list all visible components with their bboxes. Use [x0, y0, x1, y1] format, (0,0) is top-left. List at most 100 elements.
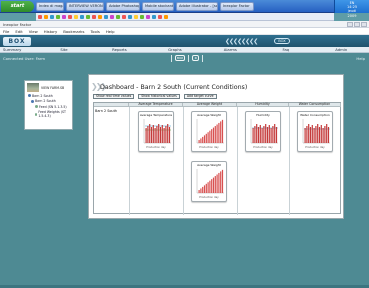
- app-icon[interactable]: [56, 14, 60, 19]
- box-logo[interactable]: BOX: [3, 36, 31, 46]
- weight-widget[interactable]: Average Weight Production day: [191, 111, 227, 152]
- close-button[interactable]: [361, 22, 367, 27]
- tree-node[interactable]: Feed (SN 5.1.3.5): [35, 105, 70, 109]
- barn-icon: [28, 94, 31, 97]
- menu-bar: File Edit View History Bookmarks Tools H…: [0, 28, 369, 35]
- box-toolbar-button[interactable]: BOX: [175, 55, 186, 61]
- chart-bar: [254, 126, 256, 143]
- login-bar: Connected User: Farm BOX ⚙ Help: [0, 53, 369, 63]
- nav-reports[interactable]: Reports: [92, 47, 147, 52]
- nav-graphs[interactable]: Graphs: [147, 47, 202, 52]
- tree-node[interactable]: Barn 2 South: [28, 94, 70, 98]
- header-logo-pill: BOX: [274, 38, 290, 44]
- help-link[interactable]: Help: [356, 56, 365, 61]
- grid-divider: [289, 107, 290, 215]
- app-icon[interactable]: [158, 14, 162, 19]
- app-icon[interactable]: [38, 14, 42, 19]
- nav-summary[interactable]: Summary: [0, 47, 36, 52]
- settings-icon[interactable]: ⚙: [192, 55, 200, 61]
- app-icon[interactable]: [92, 14, 96, 19]
- start-button[interactable]: start: [1, 0, 34, 12]
- app-icon[interactable]: [110, 14, 114, 19]
- nav-alarms[interactable]: Alarms: [203, 47, 258, 52]
- water-widget[interactable]: Water Consumption Production day: [297, 111, 333, 152]
- chart-bar: [165, 126, 167, 143]
- chevron-decoration-icon: ❮❮❮❮❮❮❮❮: [225, 38, 258, 45]
- nav-faq[interactable]: Faq: [258, 47, 313, 52]
- menu-file[interactable]: File: [3, 29, 9, 34]
- dashboard-grid: Average Temperature Average Weight Humid…: [93, 102, 341, 215]
- chart-bar: [311, 125, 313, 143]
- maximize-button[interactable]: [354, 22, 360, 27]
- app-icon[interactable]: [62, 14, 66, 19]
- menu-history[interactable]: History: [44, 29, 58, 34]
- app-icon[interactable]: [98, 14, 102, 19]
- taskbar-item[interactable]: Adobe Photoshop: [106, 1, 140, 11]
- chart-bar: [207, 182, 209, 193]
- show-historical-button[interactable]: Show historical values: [138, 94, 180, 99]
- chart-bar: [209, 180, 211, 193]
- app-icon[interactable]: [116, 14, 120, 19]
- app-icon[interactable]: [68, 14, 72, 19]
- app-icon[interactable]: [128, 14, 132, 19]
- chart-bar: [274, 124, 276, 143]
- bar-chart: [196, 169, 224, 194]
- taskbar-item[interactable]: INTERVIEW VERONE...: [66, 1, 104, 11]
- menu-bookmarks[interactable]: Bookmarks: [63, 29, 84, 34]
- app-icon[interactable]: [50, 14, 54, 19]
- tree-node-label: Feed Weights (ST 1.5.4.3): [38, 110, 66, 118]
- app-icon[interactable]: [152, 14, 156, 19]
- chart-bar: [205, 183, 207, 193]
- nav-site[interactable]: Site: [36, 47, 91, 52]
- chart-bar: [327, 127, 330, 143]
- menu-tools[interactable]: Tools: [90, 29, 99, 34]
- minimize-button[interactable]: [347, 22, 353, 27]
- barn-icon: [31, 99, 34, 103]
- chart-bar: [211, 179, 213, 193]
- app-header: BOX ❮❮❮❮❮❮❮❮ BOX: [0, 35, 369, 47]
- app-icon[interactable]: [122, 14, 126, 19]
- app-icon[interactable]: [74, 14, 78, 19]
- show-real-time-button[interactable]: Show real time values: [93, 94, 135, 99]
- temperature-widget[interactable]: Average Temperature Production day: [138, 111, 174, 152]
- app-icon[interactable]: [86, 14, 90, 19]
- tree-node[interactable]: Barn 2 South: [31, 99, 70, 103]
- menu-view[interactable]: View: [29, 29, 38, 34]
- weight-widget-2[interactable]: Average Weight Production day: [191, 161, 227, 202]
- tree-node-label: Barn 2 South: [32, 93, 53, 98]
- tree-node[interactable]: Feed Weights (ST 1.5.4.3): [35, 110, 70, 118]
- add-target-curve-button[interactable]: Add target curve: [183, 94, 217, 99]
- chart-bar: [308, 124, 310, 143]
- chart-bar: [198, 190, 200, 193]
- app-icon[interactable]: [80, 14, 84, 19]
- app-icon[interactable]: [164, 14, 168, 19]
- chart-bar: [149, 124, 151, 143]
- chart-bar: [216, 124, 218, 143]
- taskbar-item[interactable]: Adobe Illustrator - [scr...: [176, 1, 218, 11]
- app-icon[interactable]: [146, 14, 150, 19]
- bar-chart: [143, 119, 171, 144]
- chart-bar: [152, 125, 154, 143]
- widget-footer: Production day: [199, 196, 219, 199]
- tree-node-label: Barn 2 South: [35, 99, 56, 103]
- widget-footer: Production day: [253, 146, 273, 149]
- app-icon[interactable]: [140, 14, 144, 19]
- app-icon[interactable]: [44, 14, 48, 19]
- chart-bar: [259, 125, 261, 143]
- chart-bar: [221, 119, 224, 143]
- nav-admin[interactable]: Admin: [314, 47, 369, 52]
- taskbar-item[interactable]: Index di magazine: [36, 1, 64, 11]
- app-icon[interactable]: [134, 14, 138, 19]
- app-icon[interactable]: [104, 14, 108, 19]
- menu-help[interactable]: Help: [106, 29, 115, 34]
- chart-bar: [266, 127, 269, 143]
- chart-bar: [218, 172, 220, 193]
- taskbar-item[interactable]: Inexplor Factor: [220, 1, 254, 11]
- menu-edit[interactable]: Edit: [15, 29, 22, 34]
- site-header[interactable]: VIEW FARM.SB: [27, 83, 70, 92]
- humidity-widget[interactable]: Humidity Production day: [245, 111, 281, 152]
- grid-divider: [183, 107, 184, 215]
- chart-bar: [168, 127, 171, 143]
- taskbar-item[interactable]: Mobile stockant: [142, 1, 174, 11]
- chart-bar: [304, 128, 306, 143]
